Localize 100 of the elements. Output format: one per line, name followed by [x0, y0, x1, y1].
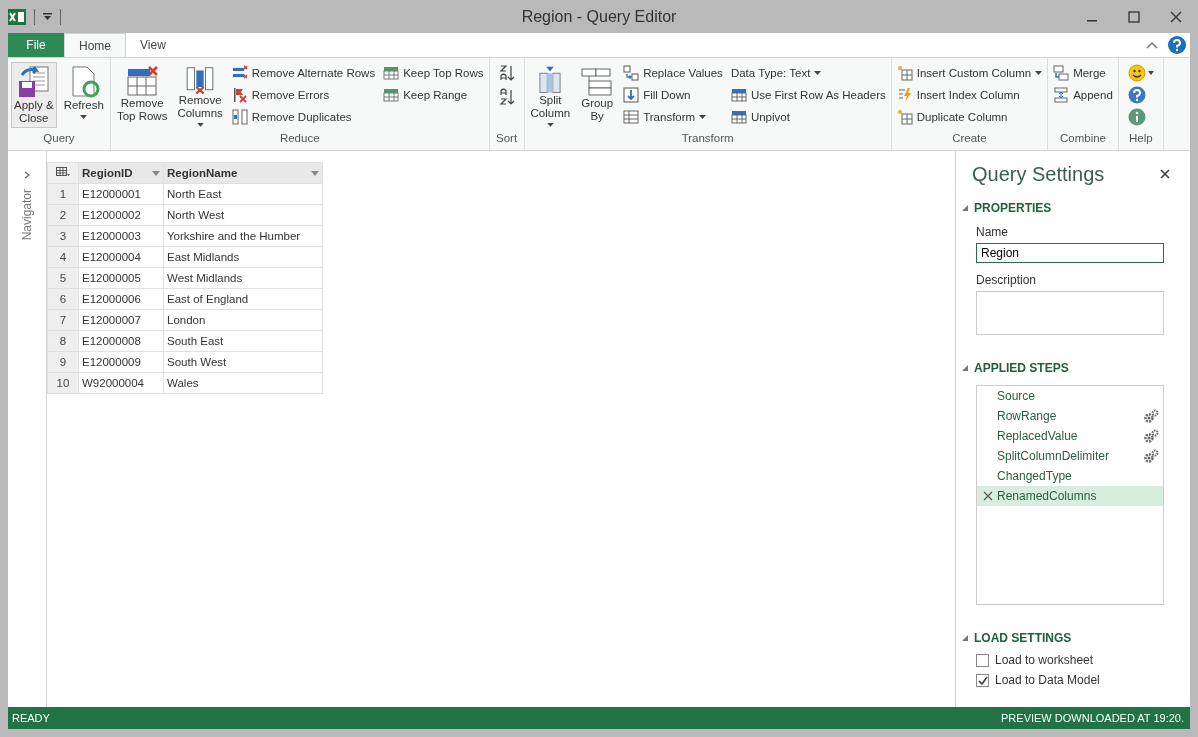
grid-icon: [730, 109, 747, 125]
table-cell: North East: [163, 183, 323, 205]
ribbon-button[interactable]: Unpivot: [728, 106, 888, 128]
ribbon-button[interactable]: Use First Row As Headers: [728, 84, 888, 106]
table-cell: E12000009: [78, 351, 164, 373]
row-number: 8: [47, 330, 79, 352]
checkbox[interactable]: [976, 653, 989, 667]
ribbon-button[interactable]: Apply & Close: [11, 62, 57, 128]
maximize-icon[interactable]: [1128, 10, 1140, 23]
description-field[interactable]: [976, 291, 1164, 335]
stacked-rows-icon: [1053, 87, 1070, 103]
checkbox[interactable]: [976, 673, 989, 687]
table-cell: South East: [163, 330, 323, 352]
navigator-label[interactable]: Navigator: [20, 189, 34, 241]
field-label: Name: [976, 225, 1009, 239]
window-title: Region - Query Editor: [521, 7, 677, 26]
row-number: 10: [47, 372, 79, 394]
caret-icon: [699, 115, 707, 119]
step-item[interactable]: RowRange: [977, 406, 1163, 426]
collapse-triangle-icon[interactable]: [962, 635, 968, 641]
collapse-ribbon-icon[interactable]: [1146, 41, 1158, 49]
smiley-icon[interactable]: [1127, 64, 1154, 82]
step-item[interactable]: RenamedColumns: [977, 486, 1163, 506]
ribbon-button[interactable]: Remove Columns: [174, 62, 226, 128]
ribbon-tab[interactable]: File: [8, 33, 64, 57]
group-label: Reduce: [278, 132, 321, 146]
grouped-boxes-icon: [580, 65, 615, 97]
row-number: 4: [47, 246, 79, 268]
step-item[interactable]: ReplacedValue: [977, 426, 1163, 446]
collapse-triangle-icon[interactable]: [962, 365, 968, 371]
section-heading: APPLIED STEPS: [974, 361, 1069, 375]
close-icon[interactable]: [1170, 10, 1182, 23]
collapse-triangle-icon[interactable]: [962, 205, 968, 211]
group-label: Sort: [495, 132, 519, 146]
ribbon-button[interactable]: Keep Range: [381, 84, 486, 106]
ribbon-button[interactable]: Remove Errors: [229, 84, 378, 106]
ribbon-tab[interactable]: Home: [64, 33, 126, 57]
status-text: READY: [12, 712, 50, 724]
row-number: 3: [47, 225, 79, 247]
table-menu-icon[interactable]: [56, 167, 70, 177]
ribbon-button[interactable]: Data Type: Text: [728, 62, 888, 84]
table-cell: Yorkshire and the Humber: [163, 225, 323, 247]
ribbon-button[interactable]: Duplicate Column: [894, 106, 1045, 128]
expand-chevron-icon[interactable]: [24, 171, 30, 179]
table-cell: W92000004: [78, 372, 164, 394]
sort-descending-icon[interactable]: [498, 88, 515, 106]
ribbon-button[interactable]: Remove Duplicates: [229, 106, 378, 128]
group-label: Query: [42, 132, 76, 146]
table-cell: London: [163, 309, 323, 331]
column-header[interactable]: RegionName: [163, 162, 323, 184]
caret-icon: [196, 123, 204, 127]
ribbon-button[interactable]: Split Column: [527, 62, 574, 128]
row-number: 7: [47, 309, 79, 331]
ribbon-button[interactable]: Merge: [1051, 62, 1115, 84]
table-cell: South West: [163, 351, 323, 373]
ribbon-tab[interactable]: View: [126, 33, 180, 57]
table-cell: E12000004: [78, 246, 164, 268]
table-cell: North West: [163, 204, 323, 226]
row-number: 2: [47, 204, 79, 226]
caret-icon: [80, 115, 88, 119]
ribbon-button[interactable]: Replace Values: [621, 62, 725, 84]
ribbon-button[interactable]: Keep Top Rows: [381, 62, 486, 84]
column-header[interactable]: RegionID: [78, 162, 164, 184]
close-icon[interactable]: [1160, 169, 1170, 179]
ribbon-button[interactable]: Append: [1051, 84, 1115, 106]
step-item[interactable]: ChangedType: [977, 466, 1163, 486]
caret-icon: [814, 71, 822, 75]
step-item[interactable]: Source: [977, 386, 1163, 406]
sparkle-grid-icon: [896, 109, 913, 125]
ribbon-button[interactable]: Group By: [577, 62, 618, 128]
ribbon-button[interactable]: Insert Custom Column: [894, 62, 1045, 84]
merge-tables-icon: [1053, 65, 1070, 81]
customize-caret-icon[interactable]: [43, 12, 52, 21]
flag-x-icon: [231, 87, 248, 103]
ribbon-button[interactable]: Insert Index Column: [894, 84, 1045, 106]
table-cell: E12000003: [78, 225, 164, 247]
ribbon-button[interactable]: Remove Alternate Rows: [229, 62, 378, 84]
checkbox-label: Load to worksheet: [995, 653, 1094, 667]
columns-icon: [231, 109, 248, 125]
step-item[interactable]: SplitColumnDelimiter: [977, 446, 1163, 466]
name-field[interactable]: Region: [976, 243, 1164, 263]
table-cell: West Midlands: [163, 267, 323, 289]
help-icon[interactable]: [1127, 86, 1146, 104]
row-number: 1: [47, 183, 79, 205]
status-text: PREVIEW DOWNLOADED AT 19:20.: [1001, 712, 1184, 724]
help-icon[interactable]: [1168, 36, 1186, 54]
row-number: 5: [47, 267, 79, 289]
filter-caret-icon: [152, 170, 160, 176]
sort-ascending-icon[interactable]: [498, 64, 515, 82]
grid-icon: [730, 87, 747, 103]
ribbon-button[interactable]: Fill Down: [621, 84, 725, 106]
sparkle-grid-icon: [896, 65, 913, 81]
table-cell: E12000002: [78, 204, 164, 226]
ribbon-button[interactable]: Transform: [621, 106, 725, 128]
grid-icon: [383, 65, 400, 81]
ribbon-button[interactable]: Remove Top Rows: [113, 62, 171, 128]
table-cell: Wales: [163, 372, 323, 394]
spreadsheet-app-icon: [8, 8, 26, 25]
info-icon[interactable]: [1127, 108, 1146, 126]
ribbon-button[interactable]: Refresh: [60, 62, 107, 128]
